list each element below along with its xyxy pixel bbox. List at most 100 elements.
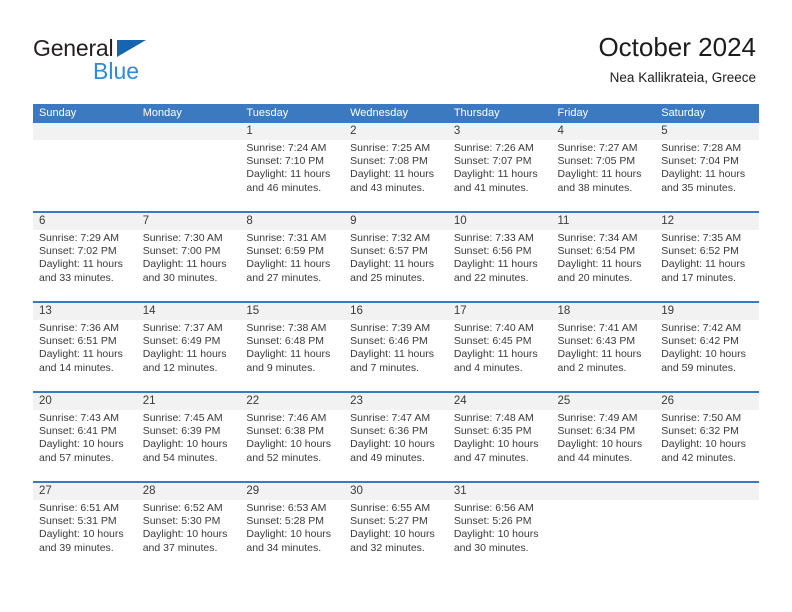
calendar-day-cell[interactable]: 31 Sunrise: 6:56 AM Sunset: 5:26 PM Dayligh… bbox=[447, 481, 552, 571]
sunset-text: Sunset: 7:08 PM bbox=[350, 155, 428, 168]
calendar-day-cell[interactable]: 2 Sunrise: 7:25 AM Sunset: 7:08 PM Daylight… bbox=[344, 123, 448, 212]
daylight-text-line2: and 42 minutes. bbox=[661, 451, 736, 464]
day-cell-inner: 20 Sunrise: 7:43 AM Sunset: 6:41 PM Dayligh… bbox=[33, 393, 137, 481]
day-cell-inner bbox=[551, 483, 656, 571]
day-number: 20 bbox=[33, 393, 137, 410]
calendar-day-cell[interactable]: 13 Sunrise: 7:36 AM Sunset: 6:51 PM Dayligh… bbox=[33, 301, 137, 392]
calendar-day-cell[interactable]: 1 Sunrise: 7:24 AM Sunset: 7:10 PM Daylight… bbox=[240, 123, 345, 212]
daylight-text-line1: Daylight: 11 hours bbox=[557, 348, 642, 361]
daylight-text-line2: and 39 minutes. bbox=[39, 541, 114, 554]
sunrise-text: Sunrise: 6:51 AM bbox=[39, 502, 119, 514]
day-sun-details: Sunrise: 7:48 AM Sunset: 6:35 PM Daylight:… bbox=[448, 410, 552, 465]
calendar-day-cell[interactable]: 23 Sunrise: 7:47 AM Sunset: 6:36 PM Dayligh… bbox=[344, 391, 448, 482]
day-cell-inner: 4 Sunrise: 7:27 AM Sunset: 7:05 PM Daylight… bbox=[551, 123, 656, 211]
sunrise-text: Sunrise: 7:35 AM bbox=[661, 232, 742, 244]
daylight-text-line2: and 52 minutes. bbox=[246, 451, 322, 464]
day-number: 3 bbox=[447, 123, 552, 140]
day-cell-inner: 14 Sunrise: 7:37 AM Sunset: 6:49 PM Dayligh… bbox=[136, 303, 241, 391]
calendar-day-cell[interactable]: 30 Sunrise: 6:55 AM Sunset: 5:27 PM Dayligh… bbox=[344, 481, 448, 571]
daylight-text-line1: Daylight: 10 hours bbox=[246, 438, 332, 451]
day-cell-inner: 25 Sunrise: 7:49 AM Sunset: 6:34 PM Dayligh… bbox=[551, 393, 656, 481]
sunrise-text: Sunrise: 7:48 AM bbox=[453, 412, 534, 424]
sunset-text: Sunset: 7:05 PM bbox=[557, 155, 636, 168]
day-number: 24 bbox=[447, 393, 552, 410]
calendar-day-cell[interactable]: 19 Sunrise: 7:42 AM Sunset: 6:42 PM Dayligh… bbox=[655, 301, 759, 392]
day-number: 1 bbox=[240, 123, 345, 140]
day-number: 15 bbox=[240, 303, 345, 320]
day-cell-inner: 1 Sunrise: 7:24 AM Sunset: 7:10 PM Daylight… bbox=[240, 123, 345, 211]
sunrise-text: Sunrise: 7:30 AM bbox=[142, 232, 223, 244]
calendar-day-cell[interactable]: 28 Sunrise: 6:52 AM Sunset: 5:30 PM Dayligh… bbox=[136, 481, 241, 571]
calendar-day-cell[interactable]: 15 Sunrise: 7:38 AM Sunset: 6:48 PM Dayligh… bbox=[240, 301, 345, 392]
day-number: 7 bbox=[136, 213, 241, 230]
calendar-day-cell[interactable]: 14 Sunrise: 7:37 AM Sunset: 6:49 PM Dayligh… bbox=[136, 301, 241, 392]
day-cell-inner: 16 Sunrise: 7:39 AM Sunset: 6:46 PM Dayligh… bbox=[344, 303, 448, 391]
day-number: 28 bbox=[136, 483, 241, 500]
calendar-day-cell[interactable]: 9 Sunrise: 7:32 AM Sunset: 6:57 PM Daylight… bbox=[344, 211, 448, 302]
day-sun-details: Sunrise: 7:42 AM Sunset: 6:42 PM Daylight:… bbox=[655, 320, 759, 375]
day-number: 31 bbox=[447, 483, 552, 500]
day-number: 13 bbox=[33, 303, 137, 320]
daylight-text-line2: and 32 minutes. bbox=[350, 541, 425, 554]
calendar-day-cell[interactable]: 10 Sunrise: 7:33 AM Sunset: 6:56 PM Dayligh… bbox=[447, 211, 552, 302]
calendar-day-cell[interactable]: 5 Sunrise: 7:28 AM Sunset: 7:04 PM Daylight… bbox=[655, 123, 759, 212]
calendar-day-cell[interactable]: 22 Sunrise: 7:46 AM Sunset: 6:38 PM Dayligh… bbox=[240, 391, 345, 482]
logo-general-text: General bbox=[33, 35, 114, 61]
general-blue-logo[interactable]: General Blue bbox=[33, 35, 233, 87]
calendar-week-row: 6 Sunrise: 7:29 AM Sunset: 7:02 PM Daylight… bbox=[33, 211, 759, 302]
daylight-text-line1: Daylight: 11 hours bbox=[453, 258, 538, 271]
daylight-text-line2: and 14 minutes. bbox=[39, 361, 114, 374]
daylight-text-line1: Daylight: 11 hours bbox=[557, 168, 642, 181]
calendar-day-cell[interactable]: 17 Sunrise: 7:40 AM Sunset: 6:45 PM Dayligh… bbox=[447, 301, 552, 392]
day-sun-details: Sunrise: 7:24 AM Sunset: 7:10 PM Daylight:… bbox=[240, 140, 344, 195]
sunset-text: Sunset: 6:57 PM bbox=[350, 245, 428, 258]
calendar-day-cell[interactable]: 20 Sunrise: 7:43 AM Sunset: 6:41 PM Dayligh… bbox=[33, 391, 137, 482]
day-cell-inner: 24 Sunrise: 7:48 AM Sunset: 6:35 PM Dayligh… bbox=[447, 393, 552, 481]
page-subtitle: Nea Kallikrateia, Greece bbox=[609, 70, 756, 85]
day-cell-inner: 18 Sunrise: 7:41 AM Sunset: 6:43 PM Dayligh… bbox=[551, 303, 656, 391]
daylight-text-line2: and 4 minutes. bbox=[453, 361, 523, 374]
calendar-day-cell[interactable]: 29 Sunrise: 6:53 AM Sunset: 5:28 PM Dayligh… bbox=[240, 481, 345, 571]
logo-triangle-icon bbox=[117, 40, 146, 57]
calendar-day-cell[interactable]: 7 Sunrise: 7:30 AM Sunset: 7:00 PM Daylight… bbox=[136, 211, 241, 302]
calendar-day-cell[interactable]: 12 Sunrise: 7:35 AM Sunset: 6:52 PM Dayligh… bbox=[655, 211, 759, 302]
day-header-monday: Monday bbox=[136, 104, 241, 123]
sunset-text: Sunset: 6:54 PM bbox=[557, 245, 636, 258]
sunrise-text: Sunrise: 6:53 AM bbox=[246, 502, 327, 514]
sunset-text: Sunset: 6:32 PM bbox=[661, 425, 739, 438]
calendar-day-cell[interactable]: 4 Sunrise: 7:27 AM Sunset: 7:05 PM Daylight… bbox=[551, 123, 656, 212]
calendar-empty-cell bbox=[655, 481, 759, 571]
day-number: 25 bbox=[551, 393, 656, 410]
sunrise-text: Sunrise: 7:31 AM bbox=[246, 232, 327, 244]
title-block: October 2024 Nea Kallikrateia, Greece bbox=[598, 32, 756, 86]
day-sun-details: Sunrise: 7:32 AM Sunset: 6:57 PM Daylight:… bbox=[344, 230, 448, 285]
calendar-empty-cell bbox=[551, 481, 656, 571]
calendar-day-cell[interactable]: 11 Sunrise: 7:34 AM Sunset: 6:54 PM Dayligh… bbox=[551, 211, 656, 302]
sunrise-text: Sunrise: 7:41 AM bbox=[557, 322, 638, 334]
page-header: General Blue October 2024 Nea Kallikrate… bbox=[0, 0, 792, 100]
calendar-day-cell[interactable]: 26 Sunrise: 7:50 AM Sunset: 6:32 PM Dayligh… bbox=[655, 391, 759, 482]
calendar-day-cell[interactable]: 24 Sunrise: 7:48 AM Sunset: 6:35 PM Dayligh… bbox=[447, 391, 552, 482]
daylight-text-line2: and 2 minutes. bbox=[557, 361, 627, 374]
day-sun-details: Sunrise: 7:30 AM Sunset: 7:00 PM Daylight:… bbox=[137, 230, 241, 285]
daylight-text-line2: and 59 minutes. bbox=[661, 361, 736, 374]
day-number: 9 bbox=[344, 213, 448, 230]
daylight-text-line1: Daylight: 11 hours bbox=[661, 168, 746, 181]
day-sun-details: Sunrise: 7:50 AM Sunset: 6:32 PM Daylight:… bbox=[655, 410, 759, 465]
calendar-day-cell[interactable]: 8 Sunrise: 7:31 AM Sunset: 6:59 PM Daylight… bbox=[240, 211, 345, 302]
day-sun-details bbox=[137, 140, 241, 142]
calendar-header-row: Sunday Monday Tuesday Wednesday Thursday… bbox=[33, 104, 759, 123]
day-number: 12 bbox=[655, 213, 759, 230]
calendar-day-cell[interactable]: 27 Sunrise: 6:51 AM Sunset: 5:31 PM Dayligh… bbox=[33, 481, 137, 571]
calendar-day-cell[interactable]: 16 Sunrise: 7:39 AM Sunset: 6:46 PM Dayligh… bbox=[344, 301, 448, 392]
calendar-day-cell[interactable]: 18 Sunrise: 7:41 AM Sunset: 6:43 PM Dayligh… bbox=[551, 301, 656, 392]
calendar-day-cell[interactable]: 25 Sunrise: 7:49 AM Sunset: 6:34 PM Dayligh… bbox=[551, 391, 656, 482]
calendar-day-cell[interactable]: 3 Sunrise: 7:26 AM Sunset: 7:07 PM Daylight… bbox=[447, 123, 552, 212]
calendar-day-cell[interactable]: 6 Sunrise: 7:29 AM Sunset: 7:02 PM Daylight… bbox=[33, 211, 137, 302]
day-cell-inner: 28 Sunrise: 6:52 AM Sunset: 5:30 PM Dayligh… bbox=[136, 483, 241, 571]
day-cell-inner: 7 Sunrise: 7:30 AM Sunset: 7:00 PM Daylight… bbox=[136, 213, 241, 301]
day-cell-inner: 30 Sunrise: 6:55 AM Sunset: 5:27 PM Dayligh… bbox=[344, 483, 448, 571]
sunset-text: Sunset: 5:27 PM bbox=[350, 515, 428, 528]
calendar-week-row: 27 Sunrise: 6:51 AM Sunset: 5:31 PM Dayligh… bbox=[33, 481, 759, 571]
calendar-day-cell[interactable]: 21 Sunrise: 7:45 AM Sunset: 6:39 PM Dayligh… bbox=[136, 391, 241, 482]
